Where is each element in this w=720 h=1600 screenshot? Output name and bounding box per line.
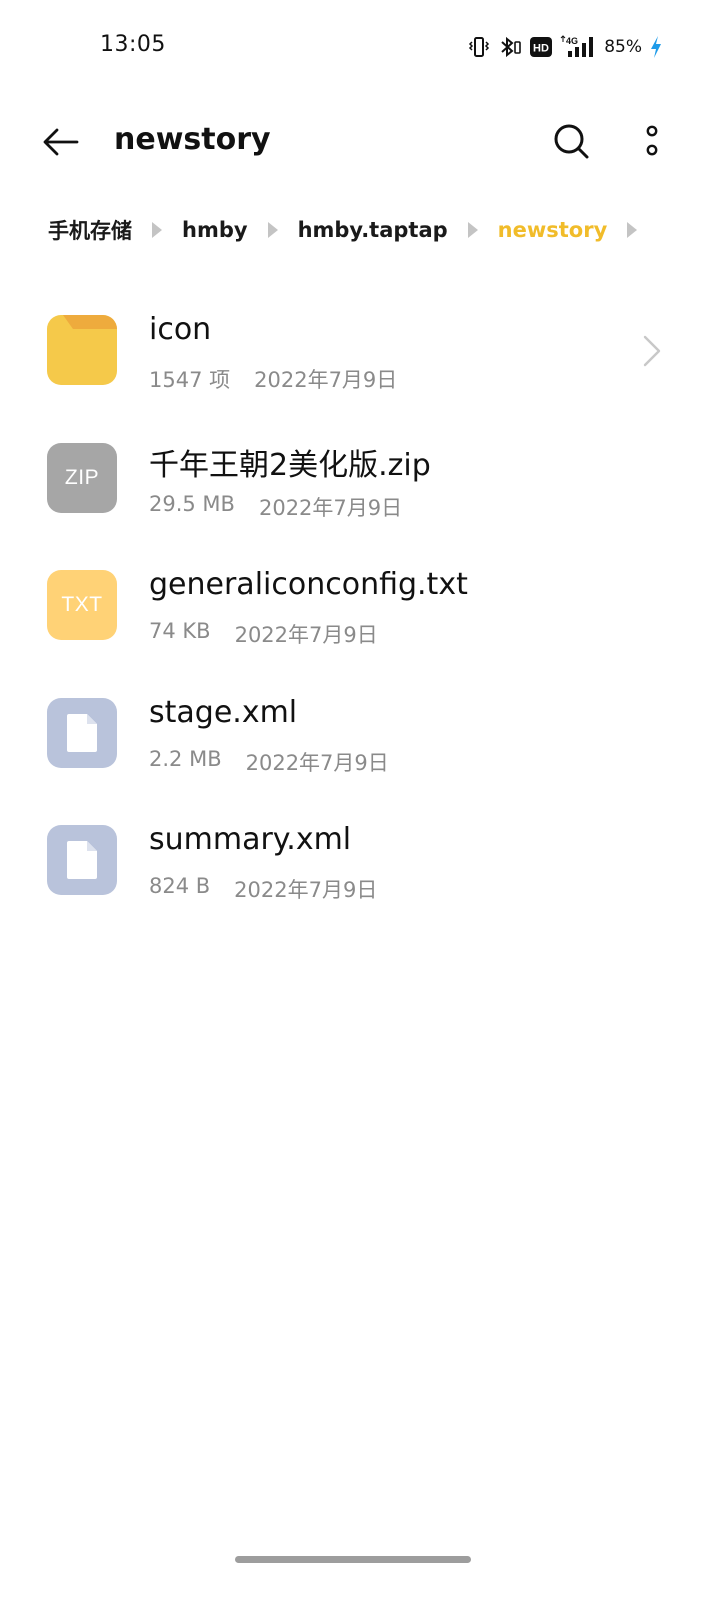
svg-text:HD: HD — [533, 43, 549, 55]
list-item-folder-icon[interactable]: icon 1547 项 2022年7月9日 — [0, 300, 720, 428]
bluetooth-icon — [501, 36, 522, 58]
file-name: stage.xml — [149, 694, 298, 730]
battery-percentage: 85% — [604, 37, 642, 57]
file-meta: 74 KB 2022年7月9日 — [149, 619, 378, 649]
status-bar: 13:05 HD 4G 85% — [0, 0, 720, 92]
file-meta: 824 B 2022年7月9日 — [149, 874, 377, 904]
battery-charging-icon — [651, 36, 661, 58]
back-button[interactable] — [40, 122, 82, 162]
breadcrumb-item-hmby[interactable]: hmby — [182, 218, 248, 242]
gesture-navigation-bar[interactable] — [235, 1556, 471, 1563]
file-meta: 29.5 MB 2022年7月9日 — [149, 492, 402, 522]
more-vertical-icon — [646, 125, 658, 156]
breadcrumb-arrow-icon — [267, 222, 278, 238]
file-name: summary.xml — [149, 822, 352, 857]
document-file-icon — [47, 825, 117, 895]
file-meta: 1547 项 2022年7月9日 — [149, 364, 397, 394]
file-meta: 2.2 MB 2022年7月9日 — [149, 747, 389, 777]
chevron-right-icon — [643, 335, 661, 367]
breadcrumb-arrow-icon — [627, 222, 638, 238]
page-title: newstory — [114, 122, 271, 157]
txt-file-icon: TXT — [47, 570, 117, 640]
status-time: 13:05 — [100, 32, 166, 57]
search-icon — [554, 124, 589, 159]
modified-date: 2022年7月9日 — [254, 368, 398, 392]
folder-icon — [47, 315, 117, 385]
file-name: generaliconconfig.txt — [149, 567, 468, 602]
list-item-xml-file[interactable]: stage.xml 2.2 MB 2022年7月9日 — [0, 683, 720, 811]
svg-text:4G: 4G — [566, 36, 578, 46]
file-size: 2.2 MB — [149, 746, 222, 771]
search-button[interactable] — [550, 120, 592, 162]
4g-signal-icon: 4G — [560, 35, 594, 57]
breadcrumb-arrow-icon — [467, 222, 478, 238]
hd-icon: HD — [530, 37, 553, 57]
breadcrumb-item-newstory[interactable]: newstory — [498, 218, 608, 242]
app-bar: newstory — [0, 100, 720, 184]
list-item-zip-file[interactable]: ZIP 千年王朝2美化版.zip 29.5 MB 2022年7月9日 — [0, 428, 720, 556]
back-arrow-icon — [43, 128, 79, 156]
file-name: 千年王朝2美化版.zip — [149, 447, 431, 483]
file-name: icon — [149, 312, 212, 347]
status-icons: HD 4G 85% — [468, 34, 662, 60]
file-size: 29.5 MB — [149, 491, 235, 516]
modified-date: 2022年7月9日 — [245, 750, 389, 775]
modified-date: 2022年7月9日 — [234, 878, 378, 902]
file-list: icon 1547 项 2022年7月9日 ZIP 千年王朝2美化版.zip 2… — [0, 300, 720, 938]
modified-date: 2022年7月9日 — [234, 623, 378, 647]
modified-date: 2022年7月9日 — [258, 495, 403, 520]
breadcrumb: 手机存储 hmby hmby.taptap newstory — [48, 212, 657, 248]
breadcrumb-item-hmby-taptap[interactable]: hmby.taptap — [298, 218, 448, 242]
list-item-txt-file[interactable]: TXT generaliconconfig.txt 74 KB 2022年7月9… — [0, 555, 720, 683]
list-item-xml-file[interactable]: summary.xml 824 B 2022年7月9日 — [0, 810, 720, 938]
file-size: 74 KB — [149, 619, 211, 643]
vibrate-icon — [469, 37, 490, 57]
zip-file-icon: ZIP — [47, 442, 117, 513]
file-size: 824 B — [149, 874, 211, 898]
breadcrumb-arrow-icon — [152, 222, 162, 238]
item-count: 1547 项 — [149, 368, 231, 392]
document-file-icon — [47, 697, 117, 768]
more-options-button[interactable] — [636, 120, 668, 162]
breadcrumb-item-phone-storage[interactable]: 手机存储 — [48, 215, 132, 245]
